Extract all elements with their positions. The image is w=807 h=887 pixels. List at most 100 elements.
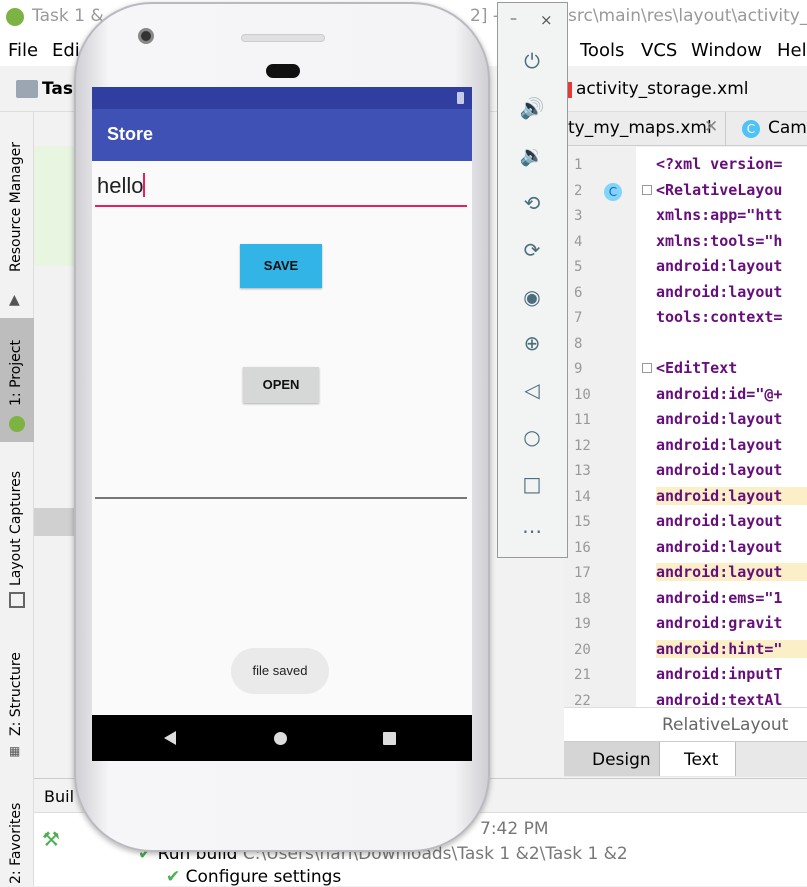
overview-icon[interactable]: □ [518,470,546,498]
speaker-grill [241,34,325,42]
emulator-controls-header: – × [498,3,567,37]
save-button[interactable]: SAVE [240,244,322,288]
volume-up-icon[interactable]: 🔊 [518,94,546,122]
back-icon[interactable]: ◁ [518,376,546,404]
code-line[interactable]: <RelativeLayou [656,181,807,199]
tab-project[interactable]: 1: Project [0,318,34,442]
code-line[interactable]: <EditText [656,359,807,377]
code-editor[interactable]: C 1 <?xml version= 2 <RelativeLayou 3 xmlns:a… [564,147,807,707]
volume-down-icon[interactable]: 🔉 [518,141,546,169]
android-studio-icon [6,8,24,26]
system-nav-bar [92,715,472,761]
layout-editor-tabs: Design Text [564,741,807,777]
line-number: 15 [574,514,591,530]
layout-captures-icon [9,592,25,608]
line-number: 2 [574,182,583,199]
code-line[interactable]: android:layout [656,461,807,479]
close-icon[interactable]: × [540,11,553,29]
folder-icon [16,80,38,98]
code-line[interactable]: android:textAl [656,691,807,708]
code-line[interactable]: android:layout [656,283,807,301]
code-line[interactable]: android:ems="1 [656,589,807,607]
device-screen: Store hello SAVE OPEN file saved [92,87,472,761]
window-title-left: Task 1 & [32,6,104,26]
code-line[interactable]: android:layout [656,257,807,275]
tab-design[interactable]: Design [564,742,660,776]
code-line[interactable]: <?xml version= [656,155,807,173]
camera-icon[interactable]: ◉ [518,283,546,311]
line-number: 7 [574,310,583,326]
code-line[interactable]: android:layout [656,436,807,454]
code-line[interactable]: android:id="@+ [656,385,807,403]
line-number: 3 [574,208,583,224]
code-line[interactable]: android:layout [656,410,807,428]
code-line[interactable]: android:gravit [656,614,807,632]
minimize-icon[interactable]: – [510,11,517,27]
app-bar: Store [92,109,472,161]
code-line[interactable]: android:hint=" [656,639,807,658]
open-file-name[interactable]: activity_storage.xml [576,79,749,99]
editor-tabs: ty_my_maps.xml ✕ C Cam [564,112,807,146]
close-tab-icon[interactable]: ✕ [704,117,718,137]
build-time: 7:42 PM [480,819,549,839]
code-line[interactable]: android:layout [656,538,807,556]
build-configure-line[interactable]: ✔ Configure settings [166,867,341,887]
line-number: 20 [574,641,591,658]
code-line[interactable]: android:layout [656,512,807,530]
line-number: 10 [574,386,591,403]
code-line[interactable]: android:layout [656,563,807,581]
tab-camera[interactable]: C Cam [730,112,807,146]
line-number: 22 [574,692,591,708]
menu-edit[interactable]: Edi [52,40,80,61]
home-icon[interactable] [274,732,287,745]
code-line[interactable]: xmlns:app="htt [656,206,807,224]
menu-help[interactable]: Help [777,40,807,61]
menu-tools[interactable]: Tools [580,40,624,61]
text-cursor [143,173,146,197]
toast-message: file saved [231,648,329,694]
line-number: 18 [574,590,591,607]
line-number: 4 [574,233,583,250]
menu-file[interactable]: File [8,40,38,61]
tab-my-maps-xml[interactable]: ty_my_maps.xml ✕ [564,112,726,146]
text-input[interactable]: hello [95,171,467,207]
rotate-right-icon[interactable]: ⟳ [518,236,546,264]
line-number: 6 [574,284,583,301]
fold-icon[interactable] [642,185,652,195]
menu-vcs[interactable]: VCS [641,40,677,61]
build-tab[interactable]: Buil [44,787,74,806]
rotate-left-icon[interactable]: ⟲ [518,189,546,217]
zoom-icon[interactable]: ⊕ [518,329,546,357]
code-line[interactable]: android:layout [656,486,807,505]
open-button[interactable]: OPEN [243,367,319,403]
tab-text[interactable]: Text [660,742,736,776]
class-gutter-icon[interactable]: C [604,183,622,201]
line-number: 13 [574,463,591,479]
line-number: 8 [574,335,583,352]
breadcrumb[interactable]: RelativeLayout › [564,707,807,741]
left-tool-window-bar: Resource Manager ▲ 1: Project Layout Cap… [0,112,34,886]
tab-resource-manager[interactable]: Resource Manager ▲ [0,124,34,308]
app-title: Store [107,124,154,144]
more-icon[interactable]: ⋯ [518,517,546,545]
home-icon[interactable]: ○ [518,423,546,451]
menu-window[interactable]: Window [691,40,762,61]
line-number: 17 [574,565,591,581]
power-icon[interactable]: ⏻ [518,47,546,75]
hammer-icon[interactable]: ⚒ [42,827,64,851]
back-icon[interactable] [164,731,176,745]
fold-icon[interactable] [642,363,652,373]
project-icon [9,416,25,432]
line-number: 14 [574,488,591,505]
tab-layout-captures[interactable]: Layout Captures [0,462,34,612]
tab-favorites[interactable]: 2: Favorites [0,792,34,886]
overview-icon[interactable] [383,732,396,745]
code-line[interactable]: android:inputT [656,665,807,683]
line-number: 9 [574,361,583,377]
output-text-field[interactable] [95,459,467,499]
front-camera [138,28,154,44]
earpiece [266,64,300,78]
code-line[interactable]: xmlns:tools="h [656,232,807,250]
tab-structure[interactable]: Z: Structure ▦ [0,652,34,772]
code-line[interactable]: tools:context= [656,308,807,326]
